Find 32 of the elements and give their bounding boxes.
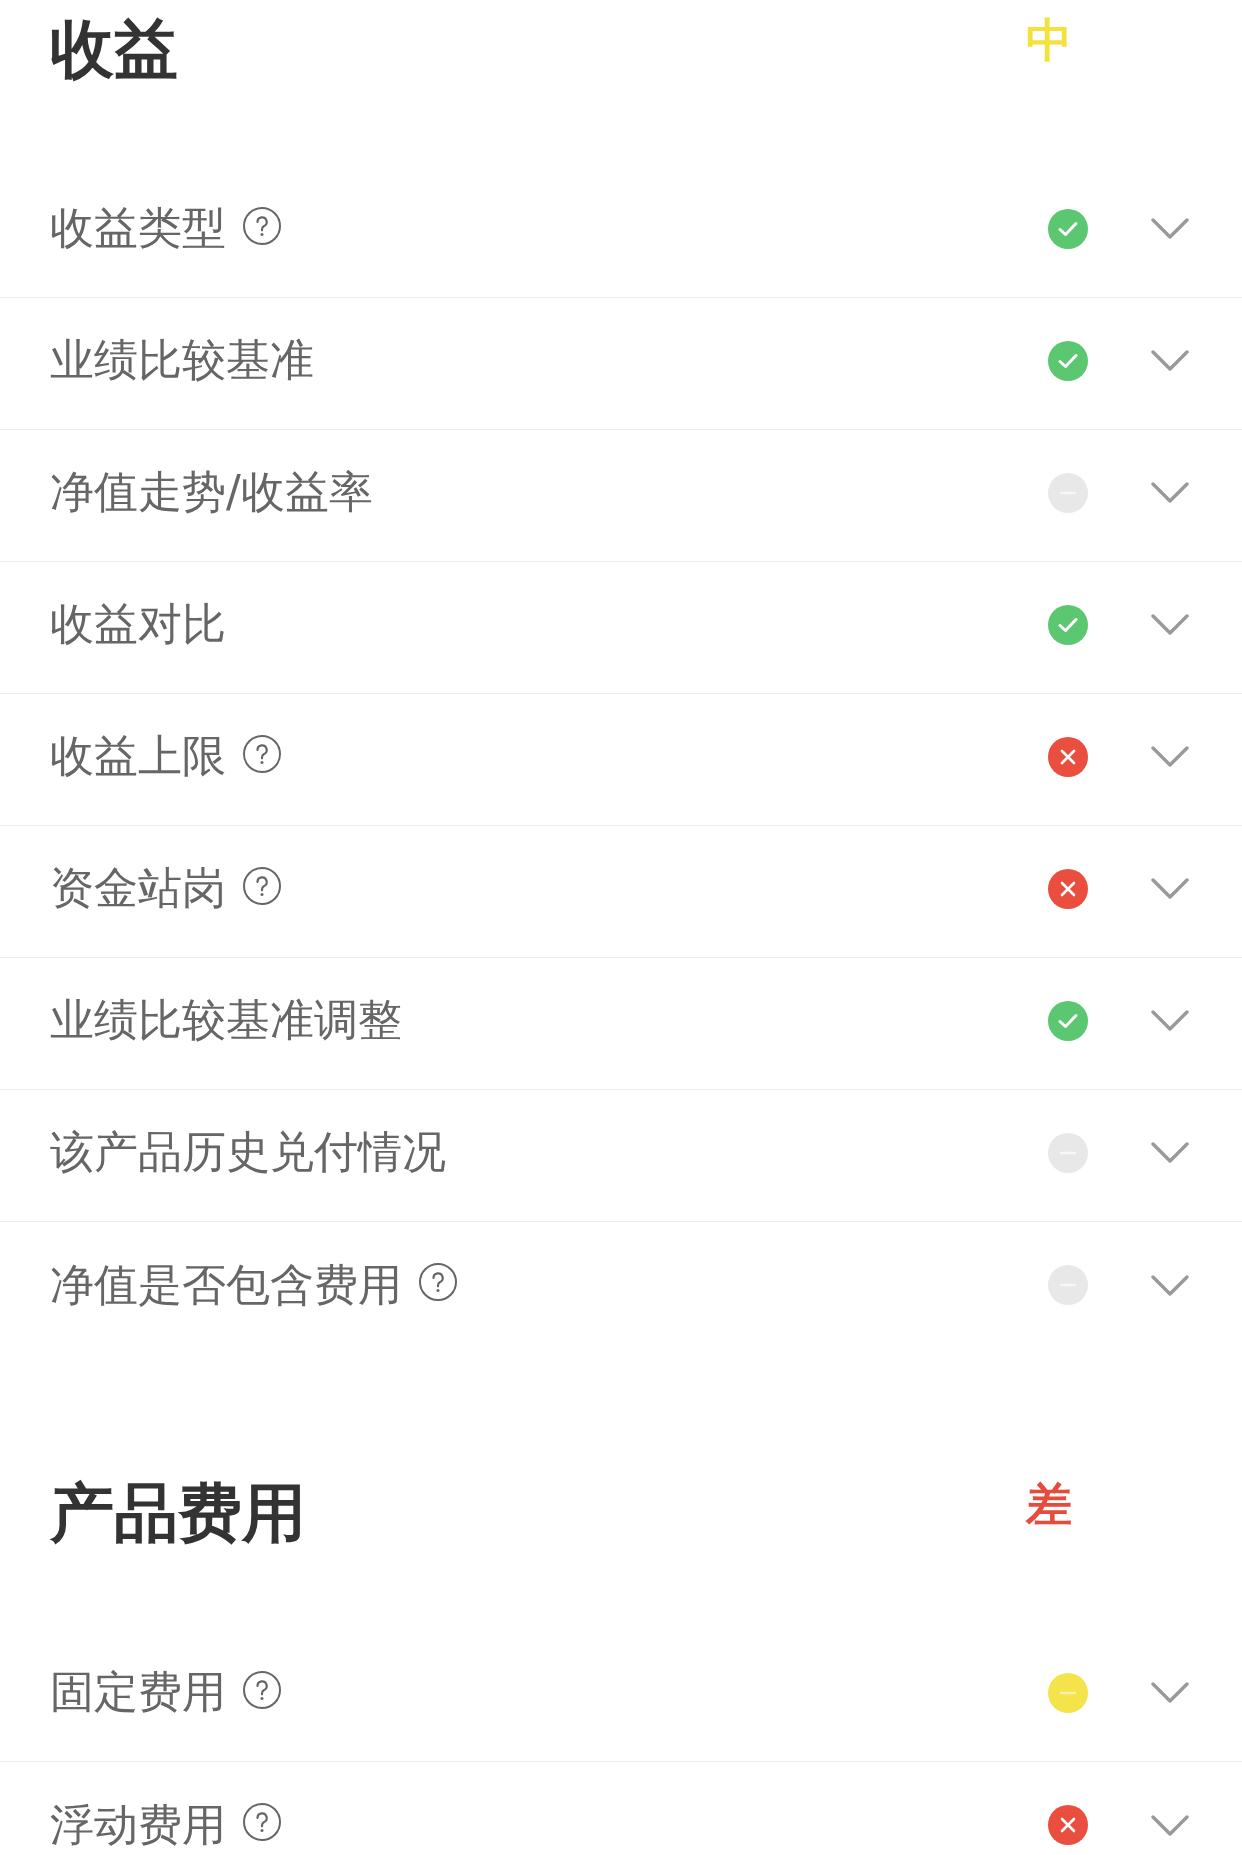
help-icon[interactable] <box>243 1803 281 1841</box>
chevron-down-icon[interactable] <box>1151 1010 1189 1031</box>
item-label: 净值走势/收益率 <box>50 468 373 517</box>
item-label: 业绩比较基准 <box>50 336 314 385</box>
item-label: 收益类型 <box>50 204 226 253</box>
chevron-down-icon[interactable] <box>1151 1142 1189 1163</box>
item-label: 该产品历史兑付情况 <box>50 1128 446 1177</box>
item-label: 收益上限 <box>50 732 226 781</box>
chevron-down-icon[interactable] <box>1151 350 1189 371</box>
help-icon[interactable] <box>243 1670 281 1709</box>
item-label: 业绩比较基准调整 <box>50 996 402 1045</box>
chevron-down-icon[interactable] <box>1151 1274 1189 1296</box>
help-icon[interactable] <box>243 866 281 905</box>
section-title: 收益 <box>50 17 178 81</box>
item-label: 净值是否包含费用 <box>50 1260 402 1310</box>
rating-label: 差 <box>1026 1481 1072 1527</box>
rating-label: 中 <box>1026 17 1072 63</box>
item-label: 收益对比 <box>50 600 226 649</box>
item-label: 资金站岗 <box>50 864 226 913</box>
chevron-down-icon[interactable] <box>1151 1814 1189 1836</box>
help-icon[interactable] <box>419 1263 457 1301</box>
item-label: 固定费用 <box>50 1668 226 1717</box>
section-title: 产品费用 <box>50 1481 306 1545</box>
chevron-down-icon[interactable] <box>1151 1682 1189 1703</box>
chevron-down-icon[interactable] <box>1151 218 1189 239</box>
chevron-down-icon[interactable] <box>1151 614 1189 635</box>
chevron-down-icon[interactable] <box>1151 878 1189 899</box>
chevron-down-icon[interactable] <box>1151 746 1189 767</box>
item-label: 浮动费用 <box>50 1800 226 1850</box>
help-icon[interactable] <box>243 206 281 245</box>
chevron-down-icon[interactable] <box>1151 482 1189 503</box>
help-icon[interactable] <box>243 734 281 773</box>
